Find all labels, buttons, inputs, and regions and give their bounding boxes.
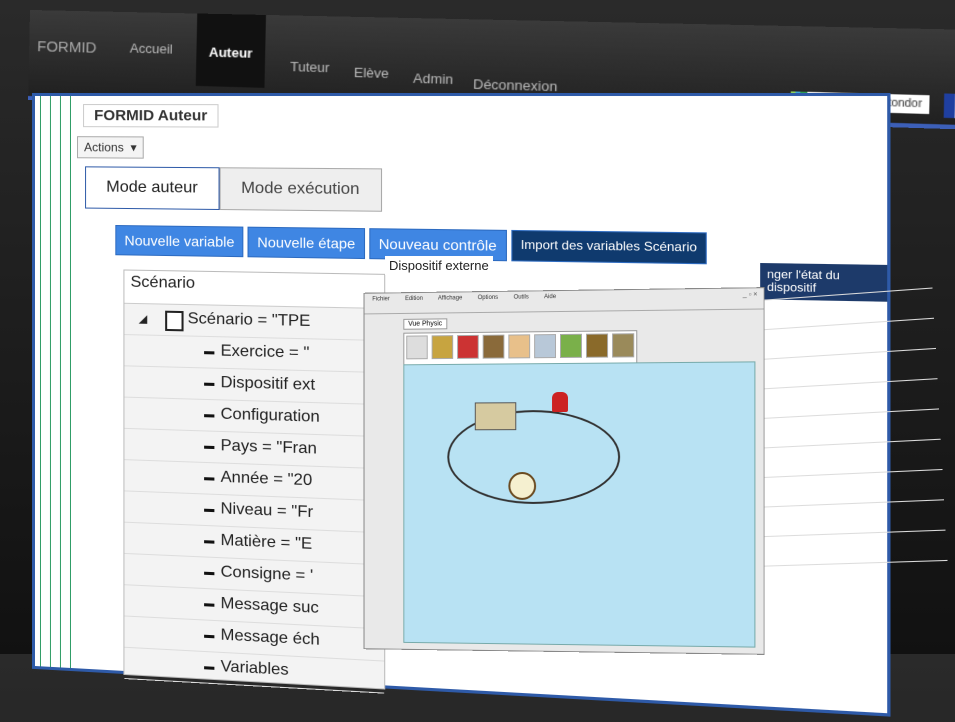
app-logo: FORMID	[37, 38, 97, 57]
generator-component[interactable]	[474, 402, 517, 431]
tree-item-label: Année = "20	[220, 468, 313, 490]
menu-fichier[interactable]: Fichier	[372, 296, 389, 302]
tree-header: Scénario	[124, 270, 385, 309]
chevron-down-icon: ▾	[127, 140, 137, 155]
import-variables-button[interactable]: Import des variables Scénario	[510, 229, 708, 265]
page-title: FORMID Auteur	[83, 104, 219, 128]
dispositif-label: Dispositif externe	[385, 256, 493, 275]
menubar: Fichier Edition Affichage Options Outils…	[364, 288, 764, 315]
dash-icon	[204, 634, 215, 639]
tree-item-label: Pays = "Fran	[220, 437, 317, 458]
tree-item-label: Niveau = "Fr	[220, 500, 314, 522]
component-icon[interactable]	[585, 333, 609, 358]
tree-item-label: Message suc	[220, 594, 319, 617]
nav-admin[interactable]: Admin	[413, 70, 454, 87]
component-icon[interactable]	[457, 334, 479, 359]
component-icon[interactable]	[612, 333, 635, 358]
lamp-component[interactable]	[508, 471, 537, 500]
dash-icon	[204, 571, 215, 576]
dash-icon	[204, 382, 215, 386]
menu-edition[interactable]: Edition	[405, 296, 423, 302]
component-icon[interactable]	[431, 335, 454, 360]
component-icon[interactable]	[482, 334, 505, 359]
switch-component[interactable]	[552, 391, 568, 413]
tree-item-label: Matière = "E	[220, 531, 313, 553]
tree-item-label: Variables	[220, 657, 289, 680]
nav-tuteur[interactable]: Tuteur	[290, 59, 330, 76]
new-step-button[interactable]: Nouvelle étape	[247, 226, 365, 260]
dash-icon	[204, 477, 215, 481]
menu-options[interactable]: Options	[478, 295, 498, 301]
dash-icon	[204, 351, 215, 355]
simulator-window[interactable]: Fichier Edition Affichage Options Outils…	[363, 287, 765, 655]
tree-item-label: Message éch	[220, 626, 320, 649]
view-label: Vue Physic	[403, 318, 448, 330]
window-controls-icon[interactable]: _ ▫ ×	[743, 291, 758, 298]
flag-icon[interactable]	[943, 93, 955, 119]
actions-menu-button[interactable]: Actions ▾	[77, 136, 144, 159]
new-variable-button[interactable]: Nouvelle variable	[115, 224, 244, 258]
list-icon	[204, 666, 215, 670]
dash-icon	[204, 603, 215, 607]
actions-label: Actions	[84, 140, 124, 155]
component-icon[interactable]	[508, 334, 531, 359]
component-icon[interactable]	[560, 333, 582, 359]
nav-auteur[interactable]: Auteur	[195, 13, 266, 88]
film-icon	[165, 310, 184, 332]
tab-mode-execution[interactable]: Mode exécution	[219, 167, 382, 212]
circuit-canvas[interactable]	[403, 361, 756, 648]
menu-aide[interactable]: Aide	[544, 294, 556, 300]
nav-accueil[interactable]: Accueil	[130, 40, 173, 56]
scenario-tree: Scénario ◢ Scénario = "TPE Exercice = " …	[123, 269, 386, 694]
dash-icon	[204, 508, 215, 513]
dash-icon	[204, 445, 215, 450]
nav-deconnexion[interactable]: Déconnexion	[473, 76, 558, 94]
tree-item-label: Consigne = '	[220, 563, 314, 585]
decorative-bars	[35, 96, 73, 669]
collapse-icon[interactable]: ◢	[139, 312, 148, 325]
change-state-button[interactable]: nger l'état du dispositif	[760, 262, 888, 302]
mode-tabs: Mode auteur Mode exécution	[85, 166, 382, 212]
dash-icon	[204, 414, 215, 418]
tab-mode-auteur[interactable]: Mode auteur	[85, 166, 220, 211]
tree-root-label: Scénario = "TPE	[187, 310, 311, 331]
menu-outils[interactable]: Outils	[514, 294, 529, 300]
component-icon[interactable]	[406, 335, 428, 360]
component-icon[interactable]	[534, 334, 557, 359]
tree-item-label: Exercice = "	[220, 342, 310, 362]
dash-icon	[204, 540, 215, 544]
tree-item-label: Dispositif ext	[220, 373, 316, 394]
tree-item-label: Configuration	[220, 405, 320, 426]
menu-affichage[interactable]: Affichage	[438, 295, 462, 301]
nav-eleve[interactable]: Elève	[354, 65, 389, 82]
